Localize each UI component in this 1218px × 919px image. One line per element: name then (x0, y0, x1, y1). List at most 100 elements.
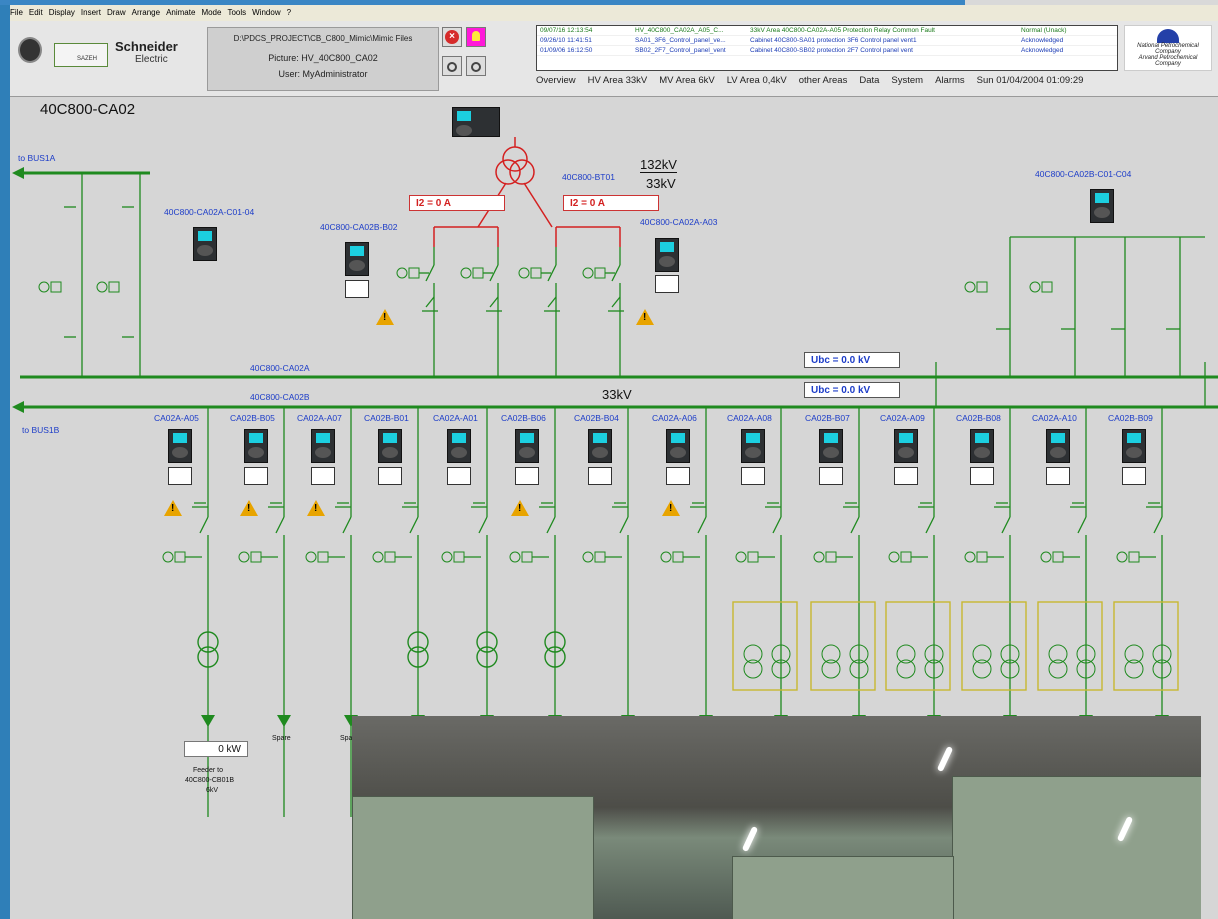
menu-item[interactable]: Tools (227, 8, 246, 17)
feeder-relay[interactable] (1122, 429, 1146, 463)
earth-switch (547, 296, 557, 308)
switchgear-room-photo (352, 716, 1201, 919)
nav-item[interactable]: Overview (536, 75, 576, 86)
warning-icon[interactable] (307, 500, 325, 516)
lock-button[interactable] (466, 56, 486, 76)
feeder-label: CA02A-A10 (1032, 413, 1077, 423)
menu-item[interactable]: Draw (107, 8, 126, 17)
trend-b02[interactable] (345, 280, 369, 298)
nav-item[interactable]: MV Area 6kV (659, 75, 714, 86)
nav-item[interactable]: other Areas (799, 75, 848, 86)
feeder-label: CA02A-A09 (880, 413, 925, 423)
motor-icon (813, 551, 825, 563)
nav-item[interactable]: HV Area 33kV (588, 75, 648, 86)
unlock-button[interactable] (442, 56, 462, 76)
alarm-row[interactable]: 09/07/16 12:13:54 HV_40C800_CA02A_A05_C..… (537, 26, 1117, 36)
feeder-label: CA02A-A08 (727, 413, 772, 423)
connector-line (619, 516, 629, 534)
warning-icon[interactable] (376, 309, 394, 325)
alarm-row[interactable]: 01/09/06 16:12:50 SB02_2F7_Control_panel_… (537, 46, 1117, 56)
warning-icon[interactable] (164, 500, 182, 516)
transformer-winding (495, 159, 521, 185)
feeder-relay[interactable] (447, 429, 471, 463)
nav-item[interactable]: System (891, 75, 923, 86)
ceiling-light (741, 825, 759, 853)
motor-drive-icon (976, 551, 988, 563)
transformer-panel (732, 601, 798, 691)
alarm-row[interactable]: 09/26/10 11:41:51 SA01_3F6_Control_panel_… (537, 36, 1117, 46)
nav-item[interactable]: LV Area 0,4kV (727, 75, 787, 86)
menu-item[interactable]: Arrange (132, 8, 160, 17)
menu-item[interactable]: File (10, 8, 23, 17)
bus-b-label: 40C800-CA02B (250, 392, 310, 402)
feeder-relay[interactable] (666, 429, 690, 463)
feeder-label: CA02A-A05 (154, 413, 199, 423)
feeder-trend[interactable] (588, 467, 612, 485)
connector-line (546, 516, 556, 534)
close-button[interactable]: × (442, 27, 462, 47)
feeder-relay[interactable] (378, 429, 402, 463)
warning-icon[interactable] (511, 500, 529, 516)
feeder-relay[interactable] (741, 429, 765, 463)
spare-label: Spare (272, 735, 291, 742)
relay-b02[interactable] (345, 242, 369, 276)
feeder-trend[interactable] (378, 467, 402, 485)
trend-a03[interactable] (655, 275, 679, 293)
bus1b-label: to BUS1B (22, 425, 60, 435)
relay-a03-label: 40C800-CA02A-A03 (640, 217, 718, 227)
motor-icon (96, 281, 108, 293)
photo-cabinet (952, 776, 1201, 919)
feeder-trend[interactable] (819, 467, 843, 485)
feeder-trend[interactable] (168, 467, 192, 485)
feeder-relay[interactable] (894, 429, 918, 463)
feeder-trend[interactable] (515, 467, 539, 485)
feeder-trend[interactable] (666, 467, 690, 485)
feeder-trend[interactable] (244, 467, 268, 485)
feeder-relay[interactable] (819, 429, 843, 463)
nav-item[interactable]: Data (859, 75, 879, 86)
menu-item[interactable]: ? (287, 8, 291, 17)
warning-icon[interactable] (662, 500, 680, 516)
feeder-trend[interactable] (741, 467, 765, 485)
feeder-relay[interactable] (970, 429, 994, 463)
motor-icon (518, 267, 530, 279)
nav-item[interactable]: Alarms (935, 75, 965, 86)
feeder-relay[interactable] (588, 429, 612, 463)
feeder-trend[interactable] (311, 467, 335, 485)
alarm-bell-button[interactable] (466, 27, 486, 47)
feeder-trend[interactable] (1122, 467, 1146, 485)
menu-item[interactable]: Insert (81, 8, 101, 17)
warning-icon[interactable] (636, 309, 654, 325)
menu-item[interactable]: Mode (201, 8, 221, 17)
relay-a03[interactable] (655, 238, 679, 272)
feeder-relay[interactable] (244, 429, 268, 463)
motor-drive-icon (825, 551, 837, 563)
transformer-relay[interactable] (452, 107, 500, 137)
connector-line (1153, 516, 1163, 534)
feeder-trend[interactable] (894, 467, 918, 485)
warning-icon[interactable] (240, 500, 258, 516)
bus-a-label: 40C800-CA02A (250, 363, 310, 373)
feeder-relay[interactable] (515, 429, 539, 463)
motor-drive-icon (521, 551, 533, 563)
menu-item[interactable]: Animate (166, 8, 195, 17)
feeder-trend[interactable] (1046, 467, 1070, 485)
menu-item[interactable]: Window (252, 8, 280, 17)
connector-line (342, 516, 352, 534)
alarm-list[interactable]: 09/07/16 12:13:54 HV_40C800_CA02A_A05_C..… (536, 25, 1118, 71)
feeder-label: CA02B-B08 (956, 413, 1001, 423)
schneider-electric: Electric (135, 54, 168, 65)
motor-drive-icon (384, 551, 396, 563)
relay-c01[interactable] (193, 227, 217, 261)
motor-drive-icon (108, 281, 120, 293)
relay-bc01[interactable] (1090, 189, 1114, 223)
feeder-trend[interactable] (970, 467, 994, 485)
feeder-label: CA02B-B05 (230, 413, 275, 423)
feeder-trend[interactable] (447, 467, 471, 485)
motor-icon (964, 281, 976, 293)
feeder-relay[interactable] (168, 429, 192, 463)
menu-item[interactable]: Edit (29, 8, 43, 17)
feeder-relay[interactable] (1046, 429, 1070, 463)
feeder-relay[interactable] (311, 429, 335, 463)
menu-item[interactable]: Display (49, 8, 75, 17)
